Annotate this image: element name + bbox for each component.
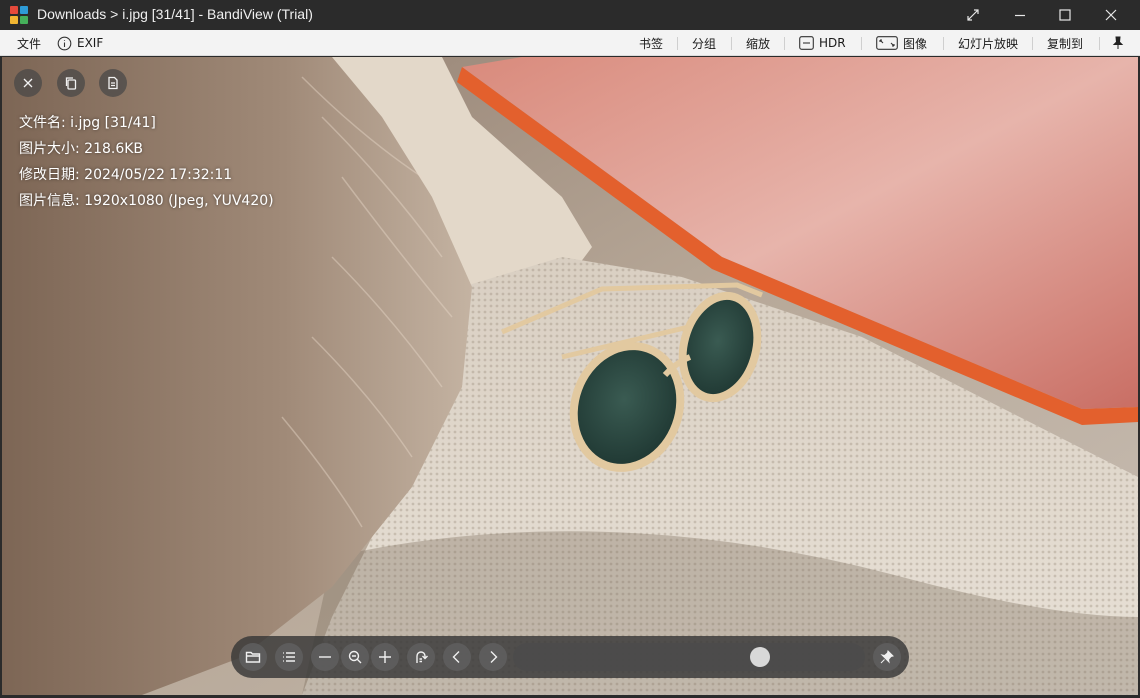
window-title: Downloads > i.jpg [31/41] - BandiView (T… (37, 6, 313, 22)
image-viewport[interactable]: 文件名: i.jpg [31/41] 图片大小: 218.6KB 修改日期: 2… (2, 57, 1138, 695)
slider-thumb[interactable] (750, 647, 771, 667)
menu-separator (1099, 37, 1100, 50)
pin-icon (1112, 36, 1124, 49)
app-logo-icon (10, 6, 29, 25)
menu-separator (784, 37, 785, 50)
close-info-button[interactable] (14, 69, 42, 97)
menu-exif[interactable]: EXIF (57, 30, 103, 56)
file-info-button[interactable] (99, 69, 127, 97)
info-modified: 修改日期: 2024/05/22 17:32:11 (19, 167, 233, 183)
pin-toolbar-button[interactable] (873, 643, 901, 671)
info-size: 图片大小: 218.6KB (19, 141, 144, 157)
minus-button[interactable] (311, 643, 339, 671)
minimize-icon (1015, 14, 1025, 17)
folder-icon (245, 651, 261, 663)
menu-exif-label: EXIF (77, 36, 104, 50)
info-image: 图片信息: 1920x1080 (Jpeg, YUV420) (19, 193, 274, 209)
minus-icon (319, 656, 331, 658)
copy-icon (65, 77, 77, 90)
menu-file[interactable]: 文件 (17, 30, 41, 56)
zoom-out-button[interactable] (341, 643, 369, 671)
menu-image-label: 图像 (903, 36, 928, 51)
title-bar: Downloads > i.jpg [31/41] - BandiView (T… (0, 0, 1140, 30)
list-icon (283, 652, 295, 662)
maximize-button[interactable] (1042, 0, 1088, 30)
pin-icon (880, 650, 894, 664)
maximize-icon (1059, 9, 1071, 21)
bottom-toolbar (231, 636, 909, 678)
fullscreen-button[interactable] (950, 0, 996, 30)
menu-separator (861, 37, 862, 50)
photo-canvas (2, 57, 1138, 695)
document-icon (108, 76, 118, 90)
image-fit-icon (876, 36, 898, 50)
menu-bar: 文件 EXIF 书签 分组 缩放 HDR 图像 幻灯片放映 复制到 (0, 30, 1140, 56)
file-list-button[interactable] (275, 643, 303, 671)
next-image-button[interactable] (479, 643, 507, 671)
close-icon (1105, 9, 1117, 21)
minimize-button[interactable] (997, 0, 1043, 30)
image-position-slider[interactable] (513, 643, 865, 671)
expand-icon (967, 9, 979, 21)
info-icon (57, 36, 72, 51)
menu-separator (1032, 37, 1033, 50)
zoom-out-icon (348, 650, 362, 664)
menu-slideshow[interactable]: 幻灯片放映 (958, 30, 1018, 56)
open-folder-button[interactable] (239, 643, 267, 671)
menu-separator (943, 37, 944, 50)
menu-image[interactable]: 图像 (876, 30, 927, 56)
menu-group[interactable]: 分组 (692, 30, 716, 56)
menu-hdr-label: HDR (819, 36, 846, 50)
previous-image-button[interactable] (443, 643, 471, 671)
rotate-button[interactable] (407, 643, 435, 671)
close-icon (23, 78, 33, 88)
info-filename: 文件名: i.jpg [31/41] (19, 115, 156, 131)
plus-icon (379, 651, 391, 663)
close-window-button[interactable] (1088, 0, 1134, 30)
chevron-right-icon (490, 651, 498, 663)
zoom-in-button[interactable] (371, 643, 399, 671)
menu-bookmark[interactable]: 书签 (639, 30, 663, 56)
menu-hdr[interactable]: HDR (799, 30, 846, 56)
copy-info-button[interactable] (57, 69, 85, 97)
rotate-icon (416, 651, 428, 663)
menu-separator (677, 37, 678, 50)
chevron-left-icon (452, 651, 460, 663)
menu-copy-to[interactable]: 复制到 (1047, 30, 1083, 56)
menu-zoom[interactable]: 缩放 (746, 30, 770, 56)
pin-menu-button[interactable] (1111, 30, 1125, 56)
hdr-icon (799, 36, 814, 50)
menu-separator (731, 37, 732, 50)
